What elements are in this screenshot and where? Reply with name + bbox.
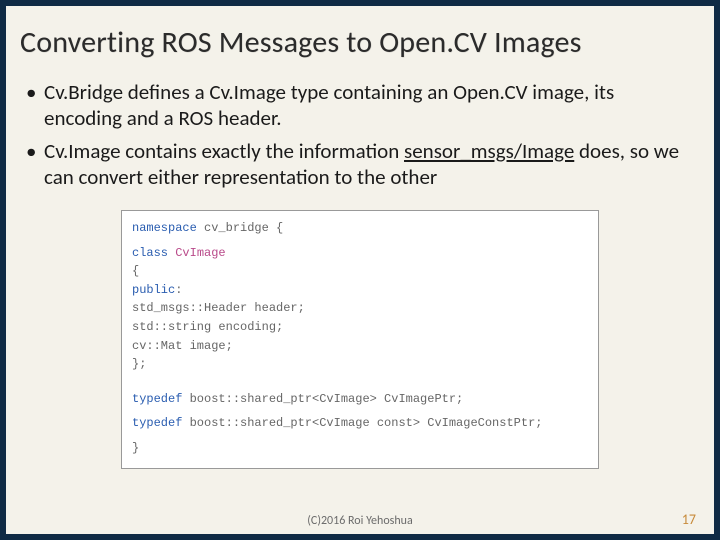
bullet-text: Cv.Bridge defines a Cv.Image type contai… bbox=[44, 79, 614, 131]
code-line: } bbox=[132, 439, 588, 458]
code-keyword: typedef bbox=[132, 392, 190, 406]
code-line: public: bbox=[132, 281, 588, 300]
slide: Converting ROS Messages to Open.CV Image… bbox=[6, 6, 714, 534]
bullet-list: Cv.Bridge defines a Cv.Image type contai… bbox=[6, 71, 714, 196]
code-line: typedef boost::shared_ptr<CvImage> CvIma… bbox=[132, 390, 588, 409]
code-line: typedef boost::shared_ptr<CvImage const>… bbox=[132, 414, 588, 433]
code-line: { bbox=[132, 262, 588, 281]
code-blank-line bbox=[132, 374, 588, 380]
code-block: namespace cv_bridge { class CvImage { pu… bbox=[121, 210, 599, 469]
code-keyword: class bbox=[132, 246, 175, 260]
code-text: cv_bridge { bbox=[204, 221, 283, 235]
slide-title: Converting ROS Messages to Open.CV Image… bbox=[6, 6, 714, 71]
code-keyword: typedef bbox=[132, 416, 190, 430]
code-line: class CvImage bbox=[132, 244, 588, 263]
bullet-text: Cv.Image contains exactly the informatio… bbox=[44, 138, 404, 164]
code-line: }; bbox=[132, 355, 588, 374]
slide-footer: (C)2016 Roi Yehoshua 17 bbox=[6, 508, 714, 534]
code-classname: CvImage bbox=[175, 246, 225, 260]
code-line: namespace cv_bridge { bbox=[132, 219, 588, 238]
page-number: 17 bbox=[682, 511, 696, 528]
code-keyword: public bbox=[132, 283, 175, 297]
copyright-text: (C)2016 Roi Yehoshua bbox=[307, 514, 412, 528]
code-keyword: namespace bbox=[132, 221, 204, 235]
code-line: std_msgs::Header header; bbox=[132, 299, 588, 318]
code-text: : bbox=[175, 283, 182, 297]
bullet-item: Cv.Image contains exactly the informatio… bbox=[44, 138, 690, 191]
bullet-item: Cv.Bridge defines a Cv.Image type contai… bbox=[44, 79, 690, 132]
code-line: cv::Mat image; bbox=[132, 337, 588, 356]
code-text: boost::shared_ptr<CvImage> CvImagePtr; bbox=[190, 392, 464, 406]
code-line: std::string encoding; bbox=[132, 318, 588, 337]
link-sensor-msgs-image[interactable]: sensor_msgs/Image bbox=[404, 138, 574, 164]
code-text: boost::shared_ptr<CvImage const> CvImage… bbox=[190, 416, 543, 430]
